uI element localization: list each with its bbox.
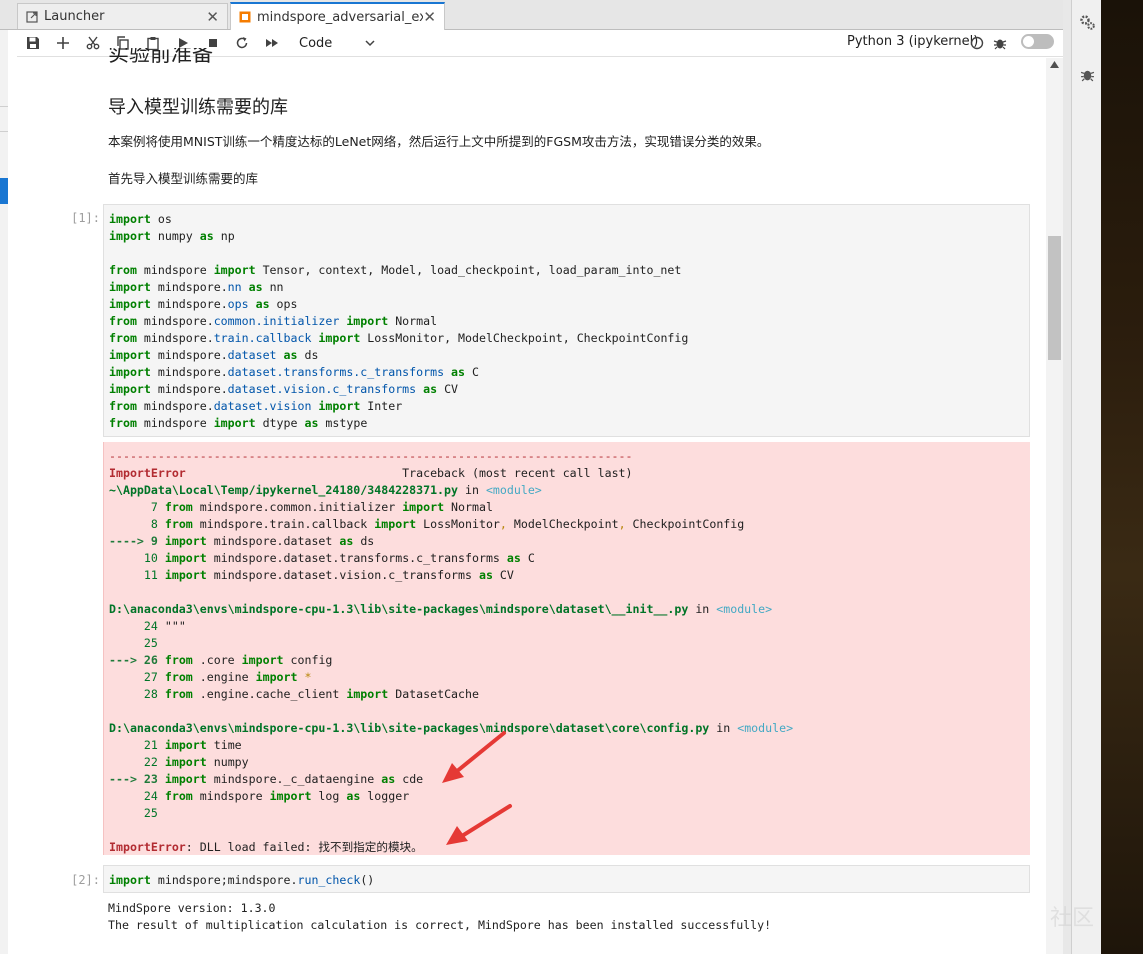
cell-prompt: [2]: (71, 873, 100, 887)
plus-icon (57, 37, 69, 49)
code-source: import mindspore;mindspore.run_check() (109, 873, 375, 887)
notebook-icon (239, 11, 251, 23)
code-cell-editor[interactable]: import mindspore;mindspore.run_check() (103, 865, 1030, 893)
cell-prompt: [1]: (71, 211, 100, 225)
scissors-icon (86, 36, 100, 50)
tab-bar: Launcher ✕ mindspore_adversarial_exam ✕ (0, 0, 1063, 30)
desktop-background (1101, 0, 1143, 954)
code-cell-editor[interactable]: import os import numpy as np from mindsp… (103, 204, 1030, 437)
property-inspector-icon[interactable] (1079, 14, 1096, 31)
output-line: The result of multiplication calculation… (108, 918, 772, 932)
section-heading: 导入模型训练需要的库 (108, 97, 288, 118)
active-indicator (0, 178, 8, 204)
output-line: MindSpore version: 1.3.0 (108, 901, 276, 915)
watermark: 社区 (1050, 906, 1095, 931)
launcher-icon (26, 10, 38, 23)
right-sidebar (1071, 0, 1102, 954)
kernel-name[interactable]: Python 3 (ipykernel) (847, 34, 978, 49)
tab-label: Launcher (44, 9, 105, 24)
scrollbar[interactable] (1046, 58, 1063, 954)
divider (0, 106, 8, 107)
panel-divider (1063, 0, 1071, 954)
left-sidebar-edge (0, 30, 8, 954)
scroll-up-icon[interactable] (1050, 61, 1059, 68)
cell-output: MindSpore version: 1.3.0 The result of m… (108, 900, 771, 934)
debugger-toggle[interactable] (1021, 34, 1054, 49)
close-icon[interactable]: ✕ (423, 8, 436, 26)
markdown-paragraph: 本案例将使用MNIST训练一个精度达标的LeNet网络，然后运行上文中所提到的F… (108, 134, 770, 149)
tab-label: mindspore_adversarial_exam (257, 9, 424, 25)
close-icon[interactable]: ✕ (206, 8, 219, 26)
save-icon (27, 37, 39, 49)
chevron-down-icon (365, 40, 375, 47)
annotation-arrow-icon (442, 731, 512, 845)
code-source: import os import numpy as np from mindsp… (109, 212, 689, 430)
cut-button[interactable] (83, 33, 103, 53)
markdown-paragraph: 首先导入模型训练需要的库 (108, 171, 259, 186)
divider (0, 131, 8, 132)
debugger-icon[interactable] (1080, 67, 1095, 82)
toggle-knob (1023, 36, 1034, 47)
save-button[interactable] (23, 33, 43, 53)
scrollbar-thumb[interactable] (1048, 236, 1061, 360)
traceback-text: ----------------------------------------… (109, 449, 794, 854)
partial-heading: 实验前准备 (108, 48, 213, 66)
tab-launcher[interactable]: Launcher ✕ (17, 3, 228, 29)
insert-cell-button[interactable] (53, 33, 73, 53)
tab-notebook[interactable]: mindspore_adversarial_exam ✕ (230, 2, 445, 30)
error-output: ----------------------------------------… (103, 442, 1030, 855)
partial-heading-clip: 实验前准备 (108, 48, 1028, 70)
